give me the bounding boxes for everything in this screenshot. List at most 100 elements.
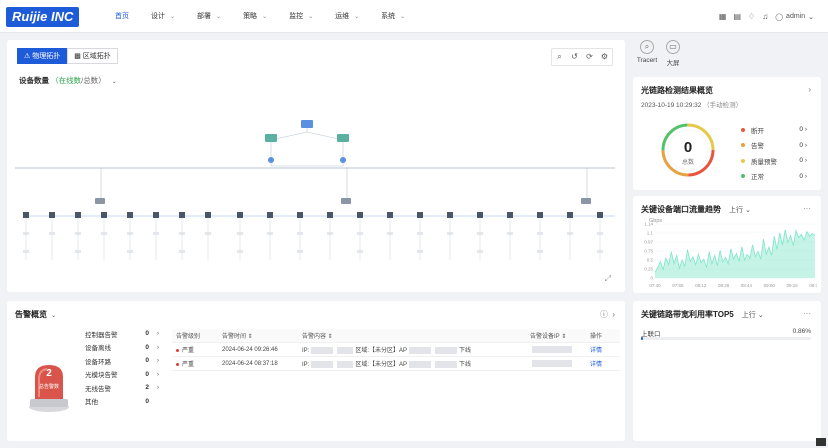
- nav-item-policy[interactable]: 策略 ⌄: [232, 0, 278, 33]
- nav-item-system[interactable]: 系统 ⌄: [370, 0, 416, 33]
- x-tick-label: 09:00: [764, 283, 776, 288]
- topology-diagram[interactable]: [15, 120, 615, 280]
- severity-dot: [176, 363, 179, 366]
- redacted: [409, 360, 432, 368]
- more-icon[interactable]: ···: [803, 309, 811, 318]
- area-icon: ▩: [74, 53, 83, 60]
- logo[interactable]: Ruijie INC: [6, 7, 80, 27]
- document-icon[interactable]: ▤: [733, 12, 741, 21]
- bigscreen-button[interactable]: ▭ 大屏: [659, 40, 687, 67]
- chevron-down-icon: ⌄: [170, 14, 176, 20]
- traffic-chart[interactable]: 1.14 1.1 0.97 0.75 0.5 0.25 0 07:40 07:55 08:12 08…: [639, 222, 817, 290]
- nav-item-monitor[interactable]: 监控 ⌄: [278, 0, 324, 33]
- search-icon: ⌕: [640, 40, 654, 54]
- help-icon[interactable]: ⓘ: [600, 310, 608, 319]
- nav-item-home[interactable]: 首页: [104, 0, 140, 33]
- quick-tools: ⌕ Tracert ▭ 大屏: [633, 40, 821, 74]
- nav-item-design[interactable]: 设计 ⌄: [140, 0, 186, 33]
- tab-area-topology[interactable]: ▩ 区域拓扑: [67, 48, 118, 64]
- y-tick-label: 0.75: [644, 249, 653, 254]
- bw-link-value: 0.86%: [792, 328, 811, 335]
- y-tick-label: 1.1: [647, 231, 654, 236]
- alarm-categories: 控制器告警 0 › 设备离线 0 › 设备环路 0 › 光模块告警 0 › 无线告警 2 › 其他 0: [85, 327, 159, 408]
- x-tick-label: 09:16: [787, 283, 799, 288]
- bell-icon[interactable]: ♫: [762, 12, 768, 21]
- expand-icon[interactable]: ⤢: [605, 274, 611, 284]
- topology-tabs: ⚠ 物理拓扑 ▩ 区域拓扑: [17, 48, 118, 64]
- x-tick-label: 09:32: [809, 283, 817, 288]
- alarm-title[interactable]: 告警概览 ⌄: [15, 309, 56, 320]
- redacted: [435, 360, 458, 368]
- sort-time[interactable]: 告警时间 ⇕: [222, 331, 302, 340]
- direction-select[interactable]: 上行 ⌄: [742, 312, 764, 319]
- alarm-category-row[interactable]: 光模块告警 0 ›: [85, 368, 159, 382]
- chevron-down-icon: ⌄: [216, 14, 222, 20]
- alarm-header-actions: ⓘ ›: [600, 309, 615, 320]
- legend-row-normal[interactable]: 正常 0 ›: [741, 169, 807, 185]
- settings-icon[interactable]: ⚙: [597, 49, 612, 65]
- top-nav-bar: Ruijie INC 首页 设计 ⌄ 部署 ⌄ 策略 ⌄ 监控 ⌄ 运维 ⌄ 系统 ⌄ ▦ …: [0, 0, 828, 33]
- alarm-total-value: 2: [46, 368, 52, 379]
- fiber-total-value: 0: [683, 139, 693, 156]
- refresh-icon[interactable]: ⟳: [582, 49, 597, 65]
- chevron-right-icon[interactable]: ›: [612, 310, 615, 319]
- table-row: 严重 2024-06-24 08:37:18 IP: 区域:【未分区】AP 下线 详…: [172, 357, 620, 371]
- chevron-down-icon: ⌄: [400, 14, 406, 20]
- x-tick-label: 08:12: [695, 283, 707, 288]
- user-menu[interactable]: ◯ admin ⌄: [775, 13, 814, 21]
- y-tick-label: 0.5: [647, 258, 654, 263]
- topology-toolbar: ⌕ ↺ ⟳ ⚙: [551, 48, 613, 66]
- legend-row-alarm[interactable]: 告警 0 ›: [741, 138, 807, 154]
- redacted: [337, 346, 354, 354]
- chevron-down-icon: ⌄: [308, 14, 314, 20]
- search-icon[interactable]: ⌕: [552, 49, 567, 65]
- sort-content[interactable]: 告警内容 ⇕: [302, 331, 530, 340]
- status-dot: [741, 158, 745, 163]
- fiber-legend: 断开 0 › 告警 0 › 质量预警 0 › 正常 0 ›: [741, 122, 807, 184]
- legend-row-disconnected[interactable]: 断开 0 ›: [741, 122, 807, 138]
- detail-link[interactable]: 详情: [590, 345, 620, 354]
- main-nav: 首页 设计 ⌄ 部署 ⌄ 策略 ⌄ 监控 ⌄ 运维 ⌄ 系统 ⌄: [104, 0, 416, 33]
- status-dot: [741, 143, 745, 148]
- alarm-table: 告警级别 告警时间 ⇕ 告警内容 ⇕ 告警设备IP ⇕ 操作 严重 2024-0…: [172, 329, 620, 371]
- fiber-detection-panel: 光链路检测结果概览 › 2023-10-19 10:29:32 （手动检测） 0…: [633, 77, 821, 190]
- direction-select[interactable]: 上行 ⌄: [729, 207, 751, 214]
- bw-progress-track: [641, 337, 811, 340]
- alarm-category-row[interactable]: 设备环路 0 ›: [85, 354, 159, 368]
- detail-link[interactable]: 详情: [590, 359, 620, 368]
- sort-ip[interactable]: 告警设备IP ⇕: [530, 331, 590, 340]
- y-tick-label: 0.97: [644, 240, 653, 245]
- fiber-detect-time: 2023-10-19 10:29:32 （手动检测）: [641, 102, 743, 109]
- y-tick-label: 0: [650, 276, 653, 281]
- tab-physical-topology[interactable]: ⚠ 物理拓扑: [17, 48, 68, 64]
- alarm-category-row[interactable]: 设备离线 0 ›: [85, 341, 159, 355]
- tracert-button[interactable]: ⌕ Tracert: [633, 40, 661, 64]
- shirt-icon[interactable]: ♢: [748, 12, 755, 21]
- grid-icon[interactable]: ▦: [719, 12, 727, 21]
- traffic-trend-panel: 关键设备端口流量趋势 上行 ⌄ ··· Gbps 1.14 1.1 0.97 0.75 0…: [633, 196, 821, 293]
- top-right-actions: ▦ ▤ ♢ ♫ ◯ admin ⌄: [719, 0, 814, 33]
- legend-row-quality-warning[interactable]: 质量预警 0 ›: [741, 153, 807, 169]
- chevron-right-icon[interactable]: ›: [808, 85, 811, 94]
- device-count-selector[interactable]: 设备数量 （在线数/总数） ⌄: [19, 75, 117, 86]
- undo-icon[interactable]: ↺: [567, 49, 582, 65]
- redacted: [311, 346, 334, 354]
- y-tick-label: 0.25: [644, 267, 653, 272]
- topology-nodes: [95, 120, 591, 204]
- nav-item-ops[interactable]: 运维 ⌄: [324, 0, 370, 33]
- table-header: 告警级别 告警时间 ⇕ 告警内容 ⇕ 告警设备IP ⇕ 操作: [172, 329, 620, 343]
- more-icon[interactable]: ···: [803, 204, 811, 213]
- alarm-category-row[interactable]: 其他 0: [85, 395, 159, 409]
- redacted: [435, 346, 458, 354]
- alarm-overview-panel: 告警概览 ⌄ ⓘ › 2 总告警数 控制器告警 0 › 设备离线 0 › 设备环路 0 › 光…: [7, 301, 625, 441]
- chevron-down-icon: ⌄: [111, 79, 117, 85]
- redacted: [337, 360, 354, 368]
- nav-item-deploy[interactable]: 部署 ⌄: [186, 0, 232, 33]
- alarm-category-row[interactable]: 无线告警 2 ›: [85, 381, 159, 395]
- chat-icon: ▭: [666, 40, 680, 54]
- alarm-category-row[interactable]: 控制器告警 0 ›: [85, 327, 159, 341]
- feedback-tag[interactable]: [816, 438, 826, 446]
- redacted: [532, 345, 572, 353]
- table-row: 严重 2024-06-24 09:26:46 IP: 区域:【未分区】AP 下线 详…: [172, 343, 620, 357]
- severity-dot: [176, 349, 179, 352]
